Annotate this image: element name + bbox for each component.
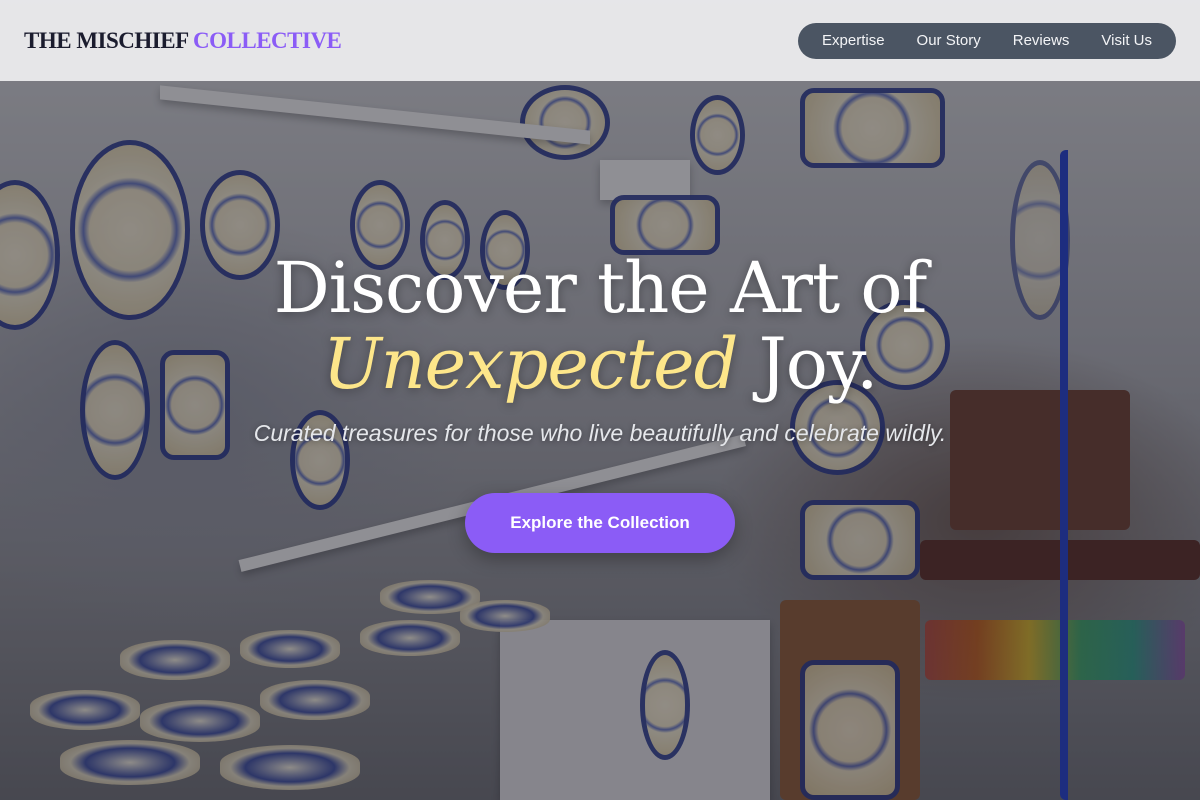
- headline-accent: Unexpected: [322, 323, 739, 405]
- nav-item-reviews[interactable]: Reviews: [997, 23, 1086, 59]
- brand-name-part2: COLLECTIVE: [193, 27, 342, 53]
- headline-line1: Discover the Art of: [273, 247, 928, 329]
- site-header: THE MISCHIEF COLLECTIVE Expertise Our St…: [0, 0, 1200, 81]
- hero-tagline: Curated treasures for those who live bea…: [253, 420, 947, 446]
- nav-item-our-story[interactable]: Our Story: [901, 23, 997, 59]
- nav-item-visit-us[interactable]: Visit Us: [1085, 23, 1168, 59]
- hero-section: Discover the Art of Unexpected Joy. Cura…: [0, 250, 1200, 553]
- brand-name-part1: THE MISCHIEF: [24, 27, 188, 53]
- explore-collection-button[interactable]: Explore the Collection: [465, 493, 735, 553]
- hero-headline: Discover the Art of Unexpected Joy.: [0, 250, 1200, 402]
- nav-item-expertise[interactable]: Expertise: [806, 23, 901, 59]
- main-nav: Expertise Our Story Reviews Visit Us: [798, 22, 1176, 59]
- brand-logo[interactable]: THE MISCHIEF COLLECTIVE: [24, 27, 342, 54]
- headline-end: Joy.: [758, 323, 879, 405]
